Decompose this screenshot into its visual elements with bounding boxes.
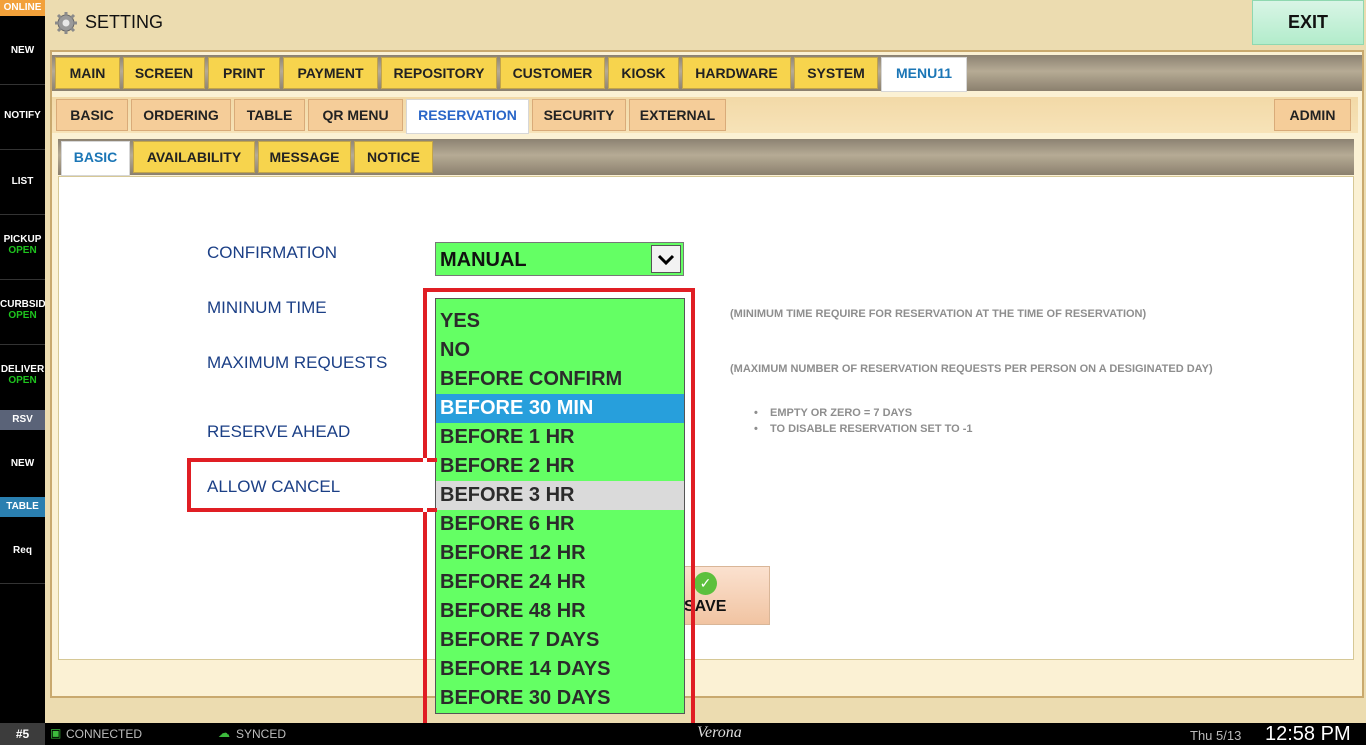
connected-status: CONNECTED [66,727,143,741]
gear-icon [55,12,77,34]
bullet-icon: • [754,423,758,435]
reserve-ahead-hint-1-text: EMPTY OR ZERO = 7 DAYS [770,407,913,419]
sidebar-curbside-button[interactable]: CURBSID OPEN [0,299,45,321]
sidebar-list-button[interactable]: LIST [0,176,45,187]
curbside-status: OPEN [8,310,37,321]
tab-ordering[interactable]: ORDERING [131,99,231,131]
pickup-label: PICKUP [3,234,42,245]
tab-hardware[interactable]: HARDWARE [682,57,791,89]
tab-print[interactable]: PRINT [208,57,280,89]
sidebar-new-button[interactable]: NEW [0,45,45,56]
chevron-down-icon[interactable] [651,245,681,273]
subtab-basic[interactable]: BASIC [61,141,130,176]
synced-status: SYNCED [236,727,287,741]
subtab-message[interactable]: MESSAGE [258,141,351,173]
tab-main[interactable]: MAIN [55,57,120,89]
sidebar-notify-button[interactable]: NOTIFY [0,110,45,121]
maximum-requests-label: MAXIMUM REQUESTS [207,353,388,372]
app-window: ONLINE NEW NOTIFY LIST PICKUP OPEN CURBS… [0,0,1366,745]
bullet-icon: • [754,407,758,419]
maximum-requests-hint: (MAXIMUM NUMBER OF RESERVATION REQUESTS … [730,363,1213,375]
highlight-dropdown [423,288,695,730]
tab-customer[interactable]: CUSTOMER [500,57,605,89]
tab-admin[interactable]: ADMIN [1274,99,1351,131]
station-badge: #5 [0,723,45,745]
tab-screen[interactable]: SCREEN [123,57,205,89]
highlight-join [423,458,427,512]
delivery-label: DELIVER [0,364,45,375]
status-date: Thu 5/13 [1190,728,1242,743]
tab-system[interactable]: SYSTEM [794,57,878,89]
minimum-time-label: MININUM TIME [207,298,327,317]
tab-menu11[interactable]: MENU11 [881,57,967,92]
status-bar: #5 ▣ CONNECTED ☁ SYNCED Verona Thu 5/13 … [0,723,1366,745]
exit-button[interactable]: EXIT [1252,0,1364,45]
tab-table[interactable]: TABLE [234,99,305,131]
status-time: 12:58 PM [1265,723,1351,745]
pickup-status: OPEN [8,245,37,256]
cloud-icon: ☁ [218,726,230,740]
tab-repository[interactable]: REPOSITORY [381,57,497,89]
monitor-icon: ▣ [50,726,62,740]
tab-qr-menu[interactable]: QR MENU [308,99,403,131]
subtab-availability[interactable]: AVAILABILITY [133,141,255,173]
left-sidebar: ONLINE NEW NOTIFY LIST PICKUP OPEN CURBS… [0,0,45,723]
sidebar-req-button[interactable]: Req [0,545,45,556]
brand-logo: Verona [697,724,742,741]
sidebar-rsv-button[interactable]: RSV [0,410,45,430]
delivery-status: OPEN [8,375,37,386]
tab-external[interactable]: EXTERNAL [629,99,726,131]
reserve-ahead-label: RESERVE AHEAD [207,422,351,441]
tab-reservation[interactable]: RESERVATION [406,99,529,134]
sidebar-table-button[interactable]: TABLE [0,497,45,517]
tab-payment[interactable]: PAYMENT [283,57,378,89]
confirmation-value: MANUAL [440,249,527,271]
highlight-allow-cancel [187,458,437,512]
sidebar-delivery-button[interactable]: DELIVER OPEN [0,364,45,386]
subtab-notice[interactable]: NOTICE [354,141,433,173]
check-icon: ✓ [694,572,717,595]
minimum-time-hint: (MINIMUM TIME REQUIRE FOR RESERVATION AT… [730,308,1147,320]
confirmation-label: CONFIRMATION [207,243,338,262]
tab-kiosk[interactable]: KIOSK [608,57,679,89]
page-title: SETTING [85,12,164,32]
sidebar-new2-button[interactable]: NEW [0,458,45,469]
online-indicator: ONLINE [0,0,45,16]
header-bar [45,0,1366,46]
sidebar-pickup-button[interactable]: PICKUP OPEN [0,234,45,256]
confirmation-select[interactable]: MANUAL [435,242,684,276]
curbside-label: CURBSID [0,299,45,310]
reserve-ahead-hint-2-text: TO DISABLE RESERVATION SET TO -1 [770,423,973,435]
tab-security[interactable]: SECURITY [532,99,626,131]
tab-basic[interactable]: BASIC [56,99,128,131]
